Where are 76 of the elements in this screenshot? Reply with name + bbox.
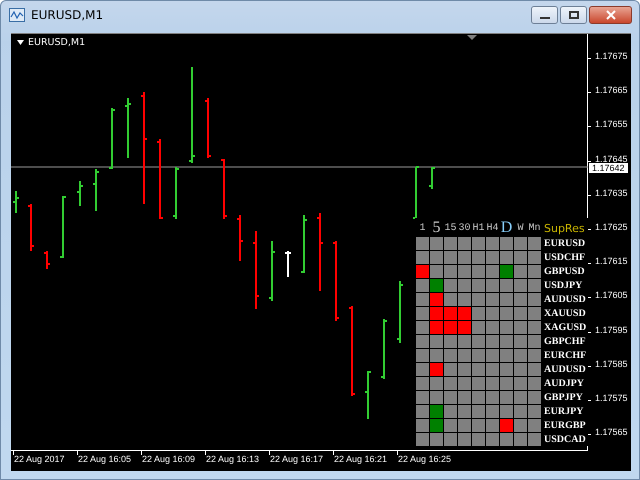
price-bar: [12, 190, 20, 214]
price-bar: [300, 214, 308, 274]
price-bar: [412, 166, 420, 222]
timeframe-label: H4: [486, 222, 499, 236]
price-bar: [27, 203, 35, 252]
price-bar: [43, 250, 51, 270]
timeframe-label: D: [500, 220, 513, 236]
timeframe-label: 30: [458, 222, 471, 236]
minimize-button[interactable]: [531, 6, 558, 24]
window-title: EURUSD,M1: [31, 8, 104, 22]
timeframe-label: H1: [472, 222, 485, 236]
time-label: 22 Aug 2017: [14, 454, 65, 465]
symbol-label: EURJPY: [543, 405, 584, 418]
shift-marker-icon[interactable]: [467, 35, 477, 40]
timeframe-label: 5: [432, 220, 442, 236]
price-label: 1.17585: [595, 358, 628, 370]
symbol-label: AUDUSD: [543, 363, 587, 376]
price-label: 1.17655: [595, 119, 628, 130]
symbol-label: USDCAD: [543, 433, 587, 446]
symbol-label: AUDUSD: [543, 293, 587, 306]
symbol-label: USDJPY: [543, 279, 584, 292]
current-price-label: 1.17642: [589, 163, 628, 173]
price-bar: [220, 158, 228, 220]
price-bar: [236, 214, 244, 262]
symbol-label: GBPJPY: [543, 391, 584, 404]
symbol-label: XAGUSD: [543, 321, 588, 334]
maximize-icon: [568, 10, 580, 20]
price-bar: [59, 195, 67, 259]
price-bar: [108, 107, 116, 170]
price-label: 1.17595: [595, 324, 628, 336]
symbol-label: XAUUSD: [543, 307, 587, 320]
price-label: 1.17635: [595, 188, 628, 199]
time-label: 22 Aug 16:05: [78, 454, 132, 465]
timeframe-label: Mn: [528, 222, 541, 236]
price-bar: [364, 370, 372, 420]
price-bar: [76, 180, 84, 207]
price-bar: [284, 250, 292, 278]
column-heading: SupRes: [543, 222, 586, 236]
timeframe-label: 15: [444, 222, 457, 236]
price-label: 1.17615: [595, 256, 628, 268]
symbol-label: GBPUSD: [543, 265, 586, 278]
price-label: 1.17575: [595, 393, 628, 404]
timeframe-label: W: [516, 222, 524, 236]
price-bar: [428, 166, 436, 190]
minimize-icon: [538, 16, 550, 18]
time-label: 22 Aug 16:25: [398, 454, 452, 465]
close-button[interactable]: [589, 6, 632, 24]
price-bar: [124, 97, 132, 159]
price-label: 1.17625: [595, 222, 628, 233]
price-label: 1.17645: [595, 154, 628, 164]
time-label: 22 Aug 16:17: [270, 454, 324, 465]
close-icon: [604, 10, 616, 20]
time-label: 22 Aug 16:13: [206, 454, 260, 465]
timeframe-label: 1: [418, 222, 426, 236]
symbol-label: EURGBP: [543, 419, 587, 432]
dropdown-icon[interactable]: [17, 40, 24, 45]
price-bar: [92, 168, 100, 212]
price-bar: [172, 166, 180, 220]
symbol-label: EURCHF: [543, 349, 588, 362]
price-bar: [268, 240, 276, 302]
price-bar: [396, 280, 404, 344]
maximize-button[interactable]: [560, 6, 587, 24]
price-label: 1.17675: [595, 51, 628, 62]
price-label: 1.17665: [595, 85, 628, 96]
price-bar: [204, 97, 212, 159]
price-label: 1.17565: [595, 427, 628, 438]
symbol-label: AUDJPY: [543, 377, 585, 390]
time-label: 22 Aug 16:09: [142, 454, 196, 465]
price-label: 1.17605: [595, 290, 628, 302]
symbol-label: EURUSD,M1: [28, 37, 86, 48]
symbol-label: EURUSD: [543, 237, 586, 250]
chart-window-icon: [9, 8, 25, 22]
price-bar: [380, 318, 388, 380]
symbol-label: USDCHF: [543, 251, 586, 264]
symbol-label: GBPCHF: [543, 335, 587, 348]
time-label: 22 Aug 16:21: [334, 454, 388, 465]
